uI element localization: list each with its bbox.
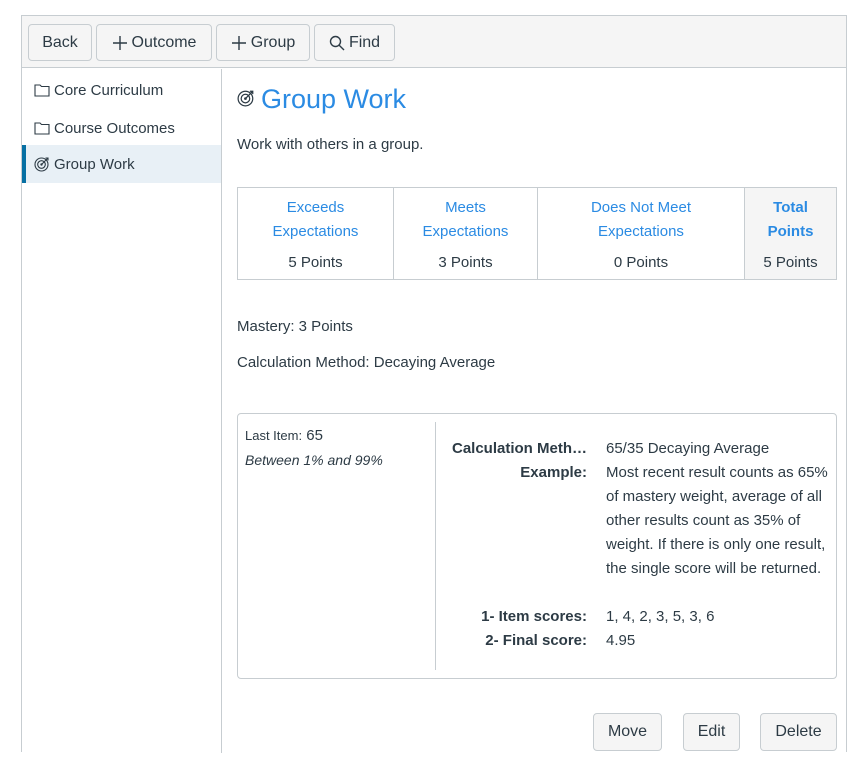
weight-range: Between 1% and 99%: [245, 452, 383, 468]
edit-button[interactable]: Edit: [683, 713, 740, 751]
sidebar-item-label: Course Outcomes: [54, 119, 175, 137]
rubric-table: Exceeds Expectations 5 Points Meets Expe…: [237, 187, 837, 280]
sidebar-item-core-curriculum[interactable]: Core Curriculum: [22, 71, 221, 109]
example-value: Most recent result counts as 65% of mast…: [606, 464, 828, 577]
outcomes-sidebar: Core Curriculum Course Outcomes Group Wo…: [22, 69, 222, 753]
outcome-target-icon: [34, 156, 50, 172]
rating-description: Meets Expectations: [422, 199, 509, 240]
find-button[interactable]: Find: [314, 24, 395, 61]
rating-points: 5 Points: [288, 254, 343, 271]
mastery-points: Mastery: 3 Points: [237, 318, 353, 335]
last-item-label: Last Item:: [245, 428, 303, 443]
delete-button-label: Delete: [775, 723, 822, 740]
rating-description: Does Not Meet Expectations: [590, 199, 692, 240]
rating-description: Exceeds Expectations: [272, 199, 359, 240]
add-group-button[interactable]: Group: [216, 24, 310, 61]
calculation-method: Calculation Method: Decaying Average: [237, 354, 496, 371]
rating-points: 3 Points: [438, 254, 493, 271]
find-label: Find: [348, 33, 381, 51]
folder-icon: [34, 121, 50, 135]
total-points-heading: Total Points: [767, 199, 814, 240]
rubric-total: Total Points 5 Points: [745, 188, 836, 279]
sidebar-item-group-work[interactable]: Group Work: [22, 145, 221, 183]
last-item-info: Last Item: 65 Between 1% and 99%: [245, 424, 383, 468]
outcome-title: Group Work: [237, 84, 406, 115]
edit-button-label: Edit: [697, 723, 726, 740]
page-title: Group Work: [261, 84, 407, 114]
rubric-rating: Does Not Meet Expectations 0 Points: [538, 188, 745, 279]
divider: [435, 422, 436, 670]
outcome-target-icon: [237, 89, 255, 111]
add-outcome-label: Outcome: [131, 33, 197, 51]
search-icon: [329, 35, 345, 51]
plus-icon: [112, 35, 128, 51]
move-button[interactable]: Move: [593, 713, 662, 751]
delete-button[interactable]: Delete: [760, 713, 837, 751]
calculation-example-box: Last Item: 65 Between 1% and 99% Calcula…: [237, 413, 837, 679]
item-scores-label: 1- Item scores:: [481, 608, 587, 625]
back-button[interactable]: Back: [28, 24, 92, 61]
rubric-rating: Exceeds Expectations 5 Points: [238, 188, 394, 279]
move-button-label: Move: [607, 723, 648, 740]
plus-icon: [231, 35, 247, 51]
final-score-value: 4.95: [606, 632, 636, 649]
outcome-description: Work with others in a group.: [237, 136, 424, 153]
add-group-label: Group: [250, 33, 296, 51]
example-label: Example:: [520, 464, 587, 481]
toolbar: Back Outcome Group Find: [22, 16, 846, 68]
calc-method-value: 65/35 Decaying Average: [606, 440, 770, 457]
folder-icon: [34, 83, 50, 97]
outcomes-panel: Back Outcome Group Find Core Curriculum …: [21, 15, 847, 753]
sidebar-item-course-outcomes[interactable]: Course Outcomes: [22, 109, 221, 147]
item-scores-value: 1, 4, 2, 3, 5, 3, 6: [606, 608, 715, 625]
add-outcome-button[interactable]: Outcome: [96, 24, 212, 61]
calc-method-label: Calculation Meth…: [451, 440, 587, 457]
sidebar-item-label: Core Curriculum: [54, 81, 164, 99]
final-score-label: 2- Final score:: [485, 632, 587, 649]
rubric-rating: Meets Expectations 3 Points: [394, 188, 538, 279]
rating-points: 0 Points: [613, 254, 669, 271]
sidebar-item-label: Group Work: [54, 155, 135, 173]
back-button-label: Back: [42, 33, 78, 51]
total-points-value: 5 Points: [763, 254, 818, 271]
last-item-value: 65: [306, 427, 323, 444]
